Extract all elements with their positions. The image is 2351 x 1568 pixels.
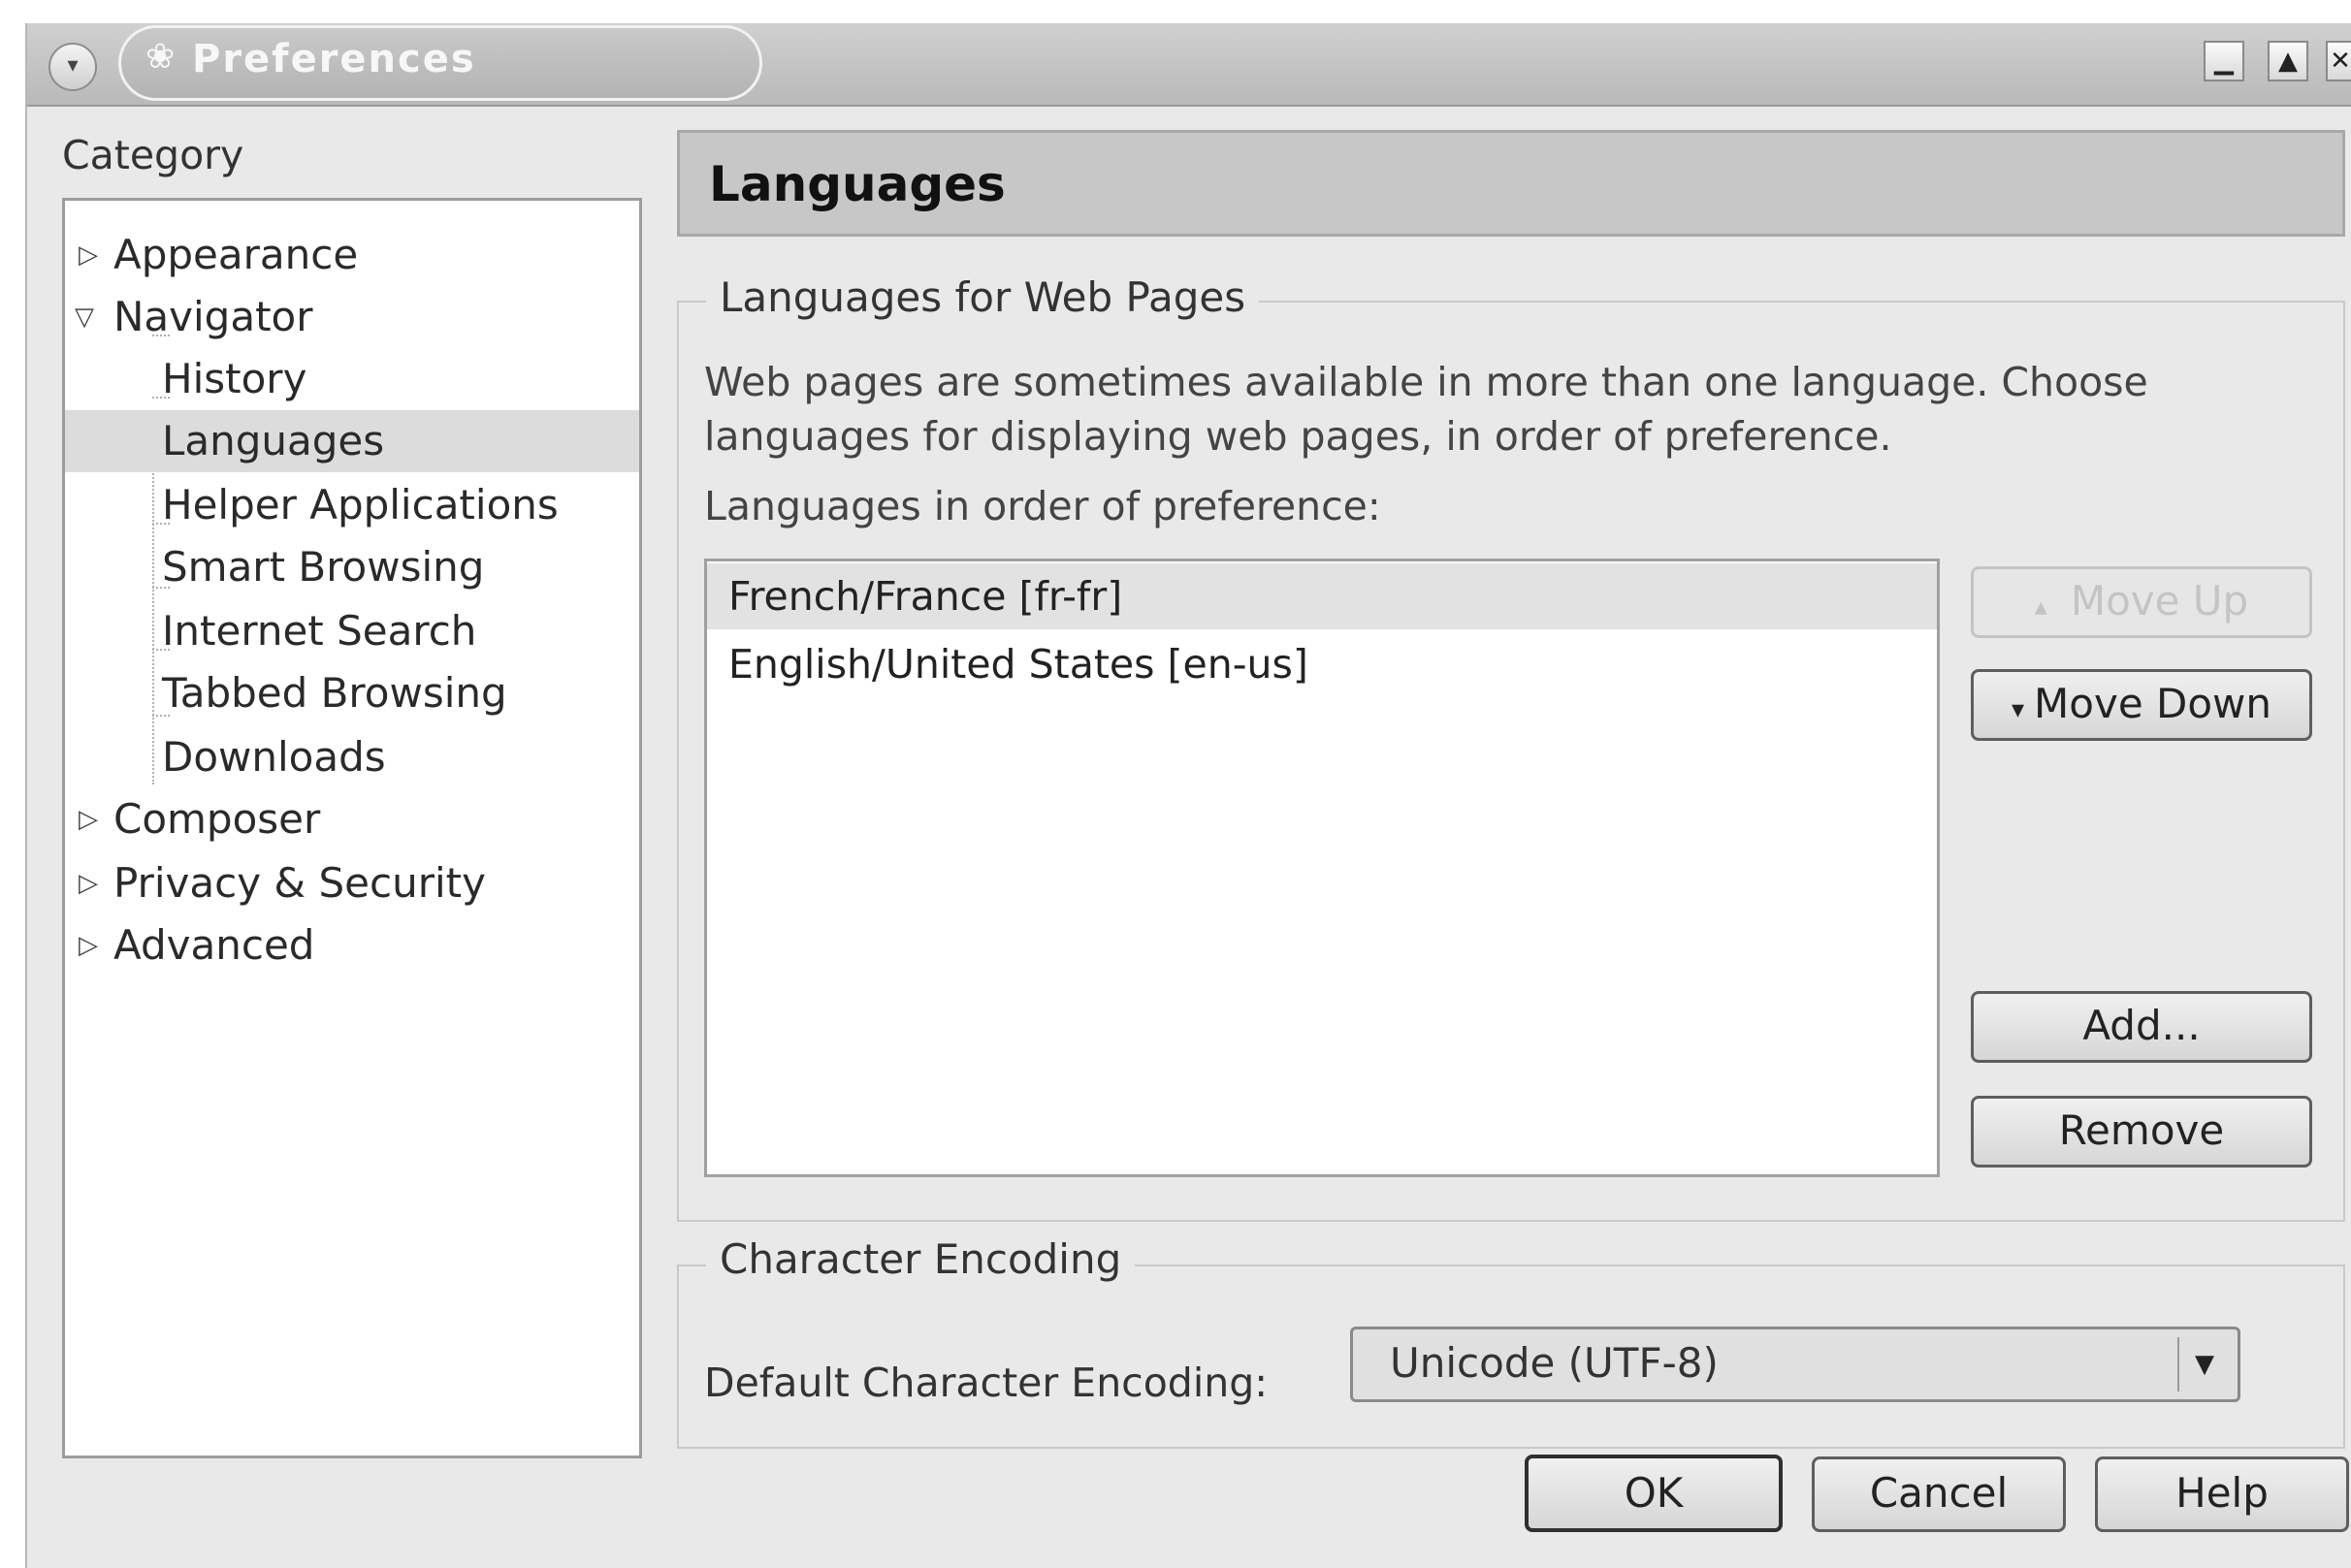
- arrow-up-icon: ▴: [2034, 592, 2047, 622]
- arrow-down-icon: ▾: [2011, 695, 2025, 724]
- close-icon: ✕: [2330, 47, 2351, 76]
- encoding-group-legend: Character Encoding: [706, 1235, 1136, 1283]
- remove-label: Remove: [2058, 1106, 2225, 1154]
- encoding-select[interactable]: Unicode (UTF-8) ▼: [1350, 1327, 2240, 1402]
- sidebar-item-label: Internet Search: [162, 607, 477, 655]
- languages-list-label: Languages in order of preference:: [704, 483, 1381, 529]
- sidebar-item-label: Privacy & Security: [113, 859, 486, 907]
- sidebar-item-appearance[interactable]: ▷ Appearance: [65, 224, 639, 286]
- preferences-window: ▾ ❀ Preferences ▁ ▲ ✕ Category ▷ Appeara…: [25, 23, 2351, 1568]
- category-tree[interactable]: ▷ Appearance ▽ Navigator History Languag…: [62, 198, 642, 1458]
- sidebar-item-label: Downloads: [162, 733, 386, 781]
- languages-group-legend: Languages for Web Pages: [706, 273, 1260, 321]
- list-item[interactable]: English/United States [en-us]: [707, 631, 1937, 697]
- maximize-icon: ▲: [2278, 47, 2298, 76]
- sidebar-item-label: Tabbed Browsing: [162, 669, 507, 717]
- add-label: Add...: [2082, 1002, 2201, 1049]
- triangle-right-icon: ▷: [79, 931, 98, 960]
- chevron-down-icon: ▾: [67, 53, 79, 78]
- move-up-button[interactable]: ▴ Move Up: [1971, 566, 2312, 638]
- page-title: Languages: [709, 156, 1006, 212]
- help-label: Help: [2175, 1469, 2269, 1517]
- sidebar-item-label: Languages: [162, 417, 385, 464]
- move-up-label: Move Up: [2070, 577, 2249, 624]
- close-button[interactable]: ✕: [2326, 41, 2351, 81]
- languages-description-line1: Web pages are sometimes available in mor…: [704, 359, 2148, 405]
- list-item[interactable]: French/France [fr-fr]: [707, 563, 1937, 629]
- sidebar-item-label: Appearance: [113, 231, 359, 278]
- sidebar-item-label: Advanced: [113, 921, 315, 969]
- triangle-right-icon: ▷: [79, 240, 98, 270]
- cancel-button[interactable]: Cancel: [1812, 1456, 2066, 1532]
- title-bar[interactable]: ▾ ❀ Preferences ▁ ▲ ✕: [27, 23, 2351, 107]
- sidebar-item-languages[interactable]: Languages: [65, 410, 639, 472]
- minimize-button[interactable]: ▁: [2204, 41, 2244, 81]
- sidebar-item-label: Smart Browsing: [162, 543, 485, 591]
- window-title: Preferences: [192, 37, 476, 81]
- move-down-label: Move Down: [2034, 680, 2272, 727]
- languages-description-line2: languages for displaying web pages, in o…: [704, 413, 1892, 460]
- sidebar-item-label: Composer: [113, 795, 321, 843]
- encoding-label: Default Character Encoding:: [704, 1360, 1269, 1406]
- move-down-button[interactable]: ▾ Move Down: [1971, 669, 2312, 741]
- encoding-select-value: Unicode (UTF-8): [1390, 1339, 1719, 1387]
- add-button[interactable]: Add...: [1971, 991, 2312, 1063]
- sidebar-item-privacy-security[interactable]: ▷ Privacy & Security: [65, 852, 639, 914]
- sidebar-item-helper-applications[interactable]: Helper Applications: [65, 474, 639, 536]
- sidebar-item-internet-search[interactable]: Internet Search: [65, 600, 639, 662]
- window-menu-button[interactable]: ▾: [48, 43, 97, 91]
- triangle-down-icon: ▽: [75, 303, 94, 332]
- sidebar-item-label: Navigator: [113, 293, 313, 340]
- ok-button[interactable]: OK: [1525, 1455, 1783, 1532]
- maximize-button[interactable]: ▲: [2268, 41, 2308, 81]
- app-icon: ❀: [145, 37, 176, 77]
- sidebar-item-advanced[interactable]: ▷ Advanced: [65, 914, 639, 976]
- sidebar-item-downloads[interactable]: Downloads: [65, 726, 639, 788]
- triangle-right-icon: ▷: [79, 805, 98, 834]
- sidebar-item-label: History: [162, 355, 307, 402]
- ok-label: OK: [1624, 1469, 1684, 1517]
- category-label: Category: [62, 132, 244, 178]
- remove-button[interactable]: Remove: [1971, 1096, 2312, 1168]
- chevron-down-icon[interactable]: ▼: [2177, 1337, 2230, 1392]
- sidebar-item-history[interactable]: History: [65, 348, 639, 410]
- sidebar-item-tabbed-browsing[interactable]: Tabbed Browsing: [65, 662, 639, 724]
- cancel-label: Cancel: [1869, 1469, 2009, 1517]
- panel-header: Languages: [677, 130, 2345, 237]
- sidebar-item-smart-browsing[interactable]: Smart Browsing: [65, 536, 639, 598]
- sidebar-item-label: Helper Applications: [162, 481, 559, 528]
- sidebar-item-navigator[interactable]: ▽ Navigator: [65, 286, 639, 348]
- sidebar-item-composer[interactable]: ▷ Composer: [65, 788, 639, 850]
- triangle-right-icon: ▷: [79, 869, 98, 898]
- help-button[interactable]: Help: [2095, 1456, 2349, 1532]
- languages-listbox[interactable]: French/France [fr-fr] English/United Sta…: [704, 559, 1940, 1177]
- minimize-icon: ▁: [2214, 47, 2234, 76]
